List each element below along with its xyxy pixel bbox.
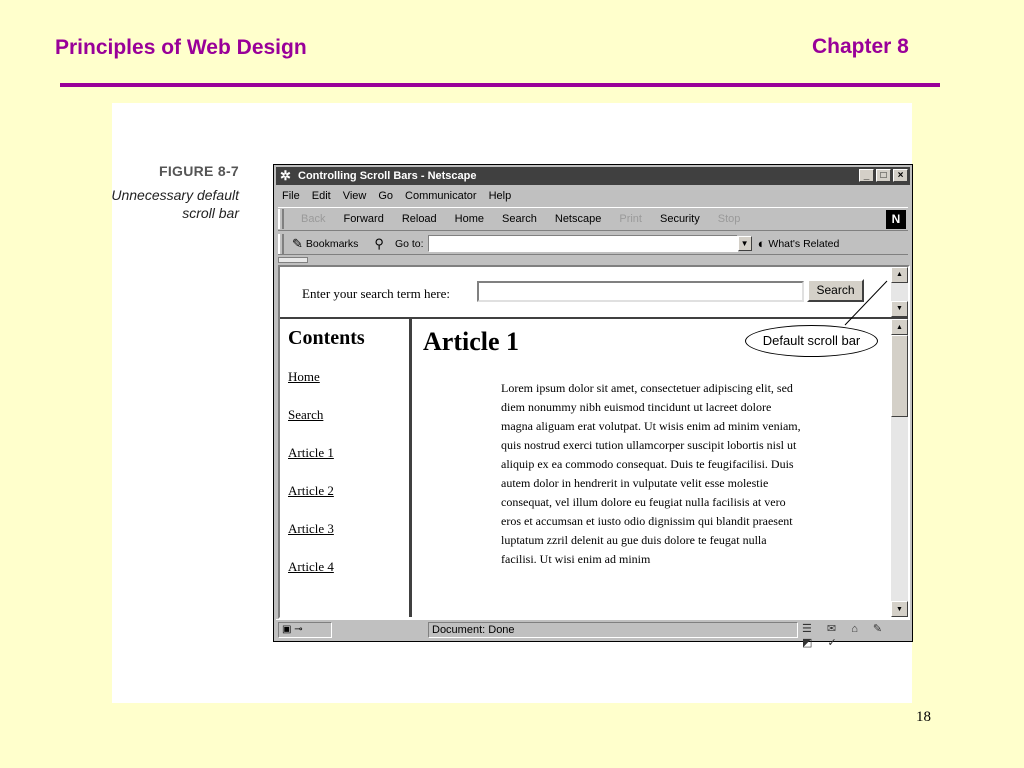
window-title: Controlling Scroll Bars - Netscape bbox=[298, 170, 477, 182]
search-button[interactable]: Search bbox=[807, 279, 864, 302]
article-heading: Article 1 bbox=[423, 327, 520, 356]
netscape-app-icon: ✲ bbox=[280, 168, 291, 183]
menu-file[interactable]: File bbox=[282, 190, 300, 202]
scroll-down-icon[interactable]: ▼ bbox=[891, 601, 908, 617]
toolbar-grip-handle[interactable] bbox=[278, 209, 284, 229]
figure-number: FIGURE 8-7 bbox=[158, 163, 239, 179]
menu-view[interactable]: View bbox=[343, 190, 367, 202]
back-button[interactable]: Back bbox=[292, 213, 334, 225]
search-frame-scrollbar[interactable]: ▲ ▼ bbox=[891, 267, 908, 317]
scroll-thumb[interactable] bbox=[891, 335, 908, 417]
chevron-down-icon[interactable]: ▼ bbox=[737, 236, 752, 251]
location-icon: ⚲ bbox=[374, 235, 384, 251]
title-divider bbox=[60, 83, 940, 87]
navigation-toolbar: Back Forward Reload Home Search Netscape… bbox=[278, 207, 908, 231]
figure-panel: FIGURE 8-7 Unnecessary default scroll ba… bbox=[111, 103, 913, 703]
nav-link-search[interactable]: Search bbox=[288, 407, 323, 423]
search-input[interactable] bbox=[477, 281, 804, 302]
search-frame: Enter your search term here: Search ▲ ▼ bbox=[280, 267, 908, 319]
slide-number: 18 bbox=[916, 709, 931, 725]
page-content: Enter your search term here: Search ▲ ▼ … bbox=[278, 265, 910, 619]
goto-label: Go to: bbox=[394, 237, 424, 250]
nav-link-article-3[interactable]: Article 3 bbox=[288, 521, 334, 537]
article-frame: Article 1 Lorem ipsum dolor sit amet, co… bbox=[415, 319, 908, 617]
home-button[interactable]: Home bbox=[446, 213, 493, 225]
figure-caption: Unnecessary default scroll bar bbox=[111, 187, 239, 221]
menu-edit[interactable]: Edit bbox=[312, 190, 331, 202]
bookmark-icon[interactable]: ✎ bbox=[292, 236, 303, 252]
close-button[interactable]: × bbox=[893, 169, 908, 182]
print-button[interactable]: Print bbox=[610, 213, 651, 225]
browser-window: ✲ Controlling Scroll Bars - Netscape _ □… bbox=[273, 164, 913, 649]
forward-button[interactable]: Forward bbox=[334, 213, 392, 225]
contents-frame: Contents Home Search Article 1 Article 2… bbox=[280, 319, 412, 617]
nav-link-article-4[interactable]: Article 4 bbox=[288, 559, 334, 575]
status-bar: ▣ ⊸ Document: Done ☰ ✉ ⌂ ✎ ◩ ✓ bbox=[276, 619, 910, 649]
default-scroll-bar-callout: Default scroll bar bbox=[745, 325, 878, 357]
window-controls: _ □ × bbox=[859, 169, 908, 182]
nav-link-article-1[interactable]: Article 1 bbox=[288, 445, 334, 461]
location-toolbar: ✎ Bookmarks ⚲ Go to: ▼ ◐ What's Related bbox=[278, 233, 908, 255]
article-scrollbar[interactable]: ▲ ▼ bbox=[891, 319, 908, 617]
netscape-logo-icon[interactable]: N bbox=[886, 210, 906, 229]
component-bar-icons[interactable]: ☰ ✉ ⌂ ✎ ◩ ✓ bbox=[802, 622, 910, 649]
bookmarks-button[interactable]: Bookmarks bbox=[306, 238, 359, 250]
netscape-button[interactable]: Netscape bbox=[546, 213, 610, 225]
slide-chapter: Chapter 8 bbox=[812, 35, 909, 58]
status-text: Document: Done bbox=[428, 621, 798, 638]
reload-button[interactable]: Reload bbox=[393, 213, 446, 225]
menu-bar: File Edit View Go Communicator Help bbox=[278, 187, 908, 205]
menu-go[interactable]: Go bbox=[378, 190, 393, 202]
security-button[interactable]: Security bbox=[651, 213, 709, 225]
contents-heading: Contents bbox=[288, 327, 365, 349]
minimize-button[interactable]: _ bbox=[859, 169, 874, 182]
collapsed-toolbar-tab[interactable] bbox=[278, 257, 308, 263]
scroll-down-icon[interactable]: ▼ bbox=[891, 301, 908, 317]
menu-communicator[interactable]: Communicator bbox=[405, 190, 477, 202]
window-titlebar[interactable]: ✲ Controlling Scroll Bars - Netscape _ □… bbox=[276, 167, 910, 185]
security-lock-icon[interactable]: ▣ ⊸ bbox=[278, 621, 332, 638]
whats-related-button[interactable]: What's Related bbox=[768, 238, 839, 250]
location-input[interactable] bbox=[427, 235, 738, 252]
slide-title: Principles of Web Design bbox=[55, 36, 307, 59]
menu-help[interactable]: Help bbox=[489, 190, 512, 202]
location-grip-handle[interactable] bbox=[278, 233, 284, 254]
nav-link-article-2[interactable]: Article 2 bbox=[288, 483, 334, 499]
search-toolbar-button[interactable]: Search bbox=[493, 213, 546, 225]
stop-button[interactable]: Stop bbox=[709, 213, 750, 225]
whats-related-icon[interactable]: ◐ bbox=[758, 236, 766, 251]
scroll-track[interactable] bbox=[891, 283, 908, 301]
search-label: Enter your search term here: bbox=[302, 286, 450, 301]
nav-link-home[interactable]: Home bbox=[288, 369, 320, 385]
maximize-button[interactable]: □ bbox=[876, 169, 891, 182]
scroll-up-icon[interactable]: ▲ bbox=[891, 267, 908, 283]
scroll-up-icon[interactable]: ▲ bbox=[891, 319, 908, 335]
article-text: Lorem ipsum dolor sit amet, consectetuer… bbox=[501, 381, 801, 566]
